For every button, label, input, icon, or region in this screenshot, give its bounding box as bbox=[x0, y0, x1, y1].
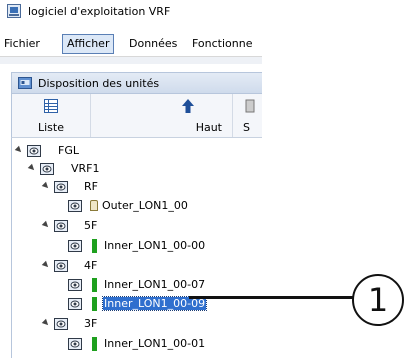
tree-node-label: Outer_LON1_00 bbox=[102, 199, 188, 212]
callout-number: 1 bbox=[367, 281, 389, 319]
unit-layout-icon bbox=[18, 77, 32, 89]
unit-group-icon bbox=[68, 279, 82, 291]
list-button[interactable]: Liste bbox=[12, 94, 91, 137]
menu-view[interactable]: Afficher bbox=[62, 34, 115, 54]
list-button-label: Liste bbox=[38, 121, 64, 134]
outdoor-unit-icon bbox=[90, 200, 98, 211]
expand-arrow-icon[interactable] bbox=[41, 260, 51, 270]
indoor-unit-icon bbox=[92, 337, 97, 351]
expand-arrow-icon[interactable] bbox=[14, 145, 24, 155]
next-toolbar-button-label: S bbox=[243, 121, 250, 134]
expand-arrow-icon[interactable] bbox=[41, 220, 51, 230]
expand-arrow-icon[interactable] bbox=[41, 181, 51, 191]
tree-node-5f[interactable]: 5F bbox=[12, 218, 252, 236]
unit-group-icon bbox=[54, 181, 68, 193]
up-button[interactable]: Haut bbox=[143, 94, 233, 137]
tree-node-label: VRF1 bbox=[71, 162, 100, 175]
menu-data[interactable]: Données bbox=[125, 34, 181, 54]
tree-node-label: Inner_LON1_00-07 bbox=[104, 278, 206, 291]
callout-leader-line bbox=[189, 296, 366, 299]
unit-group-icon bbox=[54, 318, 68, 330]
tree-node-label: RF bbox=[84, 180, 98, 193]
unit-group-icon bbox=[54, 260, 68, 272]
tree-node-inner-unit[interactable]: Inner_LON1_00-07 bbox=[12, 277, 252, 295]
callout-marker: 1 bbox=[352, 274, 404, 326]
next-toolbar-button[interactable]: S bbox=[233, 94, 262, 137]
title-bar: logiciel d'exploitation VRF bbox=[0, 0, 262, 24]
tree-node-label: Inner_LON1_00-00 bbox=[104, 239, 206, 252]
menu-file[interactable]: Fichier bbox=[0, 34, 44, 54]
tree-node-label: FGL bbox=[58, 144, 79, 157]
tree-node-rf[interactable]: RF bbox=[12, 179, 252, 197]
tree-node-label: Inner_LON1_00-01 bbox=[104, 337, 206, 350]
expand-arrow-icon[interactable] bbox=[27, 163, 37, 173]
unknown-icon bbox=[245, 99, 255, 113]
tree-node-inner-unit[interactable]: Inner_LON1_00-00 bbox=[12, 238, 252, 256]
unit-group-icon bbox=[68, 298, 82, 310]
window-title: logiciel d'exploitation VRF bbox=[28, 5, 171, 18]
tree-node-3f[interactable]: 3F bbox=[12, 316, 252, 334]
expand-arrow-icon[interactable] bbox=[41, 318, 51, 328]
indoor-unit-icon bbox=[92, 278, 97, 292]
unit-group-icon bbox=[40, 163, 54, 175]
panel-toolbar: Liste Haut S bbox=[11, 94, 262, 138]
menu-functions[interactable]: Fonctionne bbox=[188, 34, 257, 54]
menu-bar: Fichier Afficher Données Fonctionne bbox=[0, 34, 262, 54]
app-icon bbox=[7, 4, 21, 18]
unit-group-icon bbox=[68, 240, 82, 252]
indoor-unit-icon bbox=[92, 239, 97, 253]
panel-title: Disposition des unités bbox=[38, 77, 160, 90]
tree-node-label: 3F bbox=[84, 317, 98, 330]
tree-node-label: 4F bbox=[84, 259, 98, 272]
unit-group-icon bbox=[27, 145, 41, 157]
tree-node-vrf1[interactable]: VRF1 bbox=[12, 161, 252, 179]
arrow-up-icon bbox=[181, 99, 194, 113]
tree-node-label: 5F bbox=[84, 219, 98, 232]
unit-group-icon bbox=[68, 338, 82, 350]
tree-node-4f[interactable]: 4F bbox=[12, 258, 252, 276]
list-icon bbox=[44, 99, 58, 113]
up-button-label: Haut bbox=[195, 121, 222, 134]
unit-group-icon bbox=[54, 220, 68, 232]
app-window: logiciel d'exploitation VRF Fichier Affi… bbox=[0, 0, 262, 358]
indoor-unit-icon bbox=[92, 297, 97, 311]
panel-header: Disposition des unités bbox=[11, 72, 262, 94]
unit-group-icon bbox=[68, 200, 82, 212]
workspace-background bbox=[0, 57, 262, 64]
tree-node-inner-unit[interactable]: Inner_LON1_00-01 bbox=[12, 336, 252, 354]
tree-node-fgl[interactable]: FGL bbox=[12, 143, 252, 161]
tree-node-outer-unit[interactable]: Outer_LON1_00 bbox=[12, 198, 252, 216]
unit-tree: FGL VRF1 RF Outer_LON1_00 5F Inner_LON1_… bbox=[11, 138, 262, 358]
